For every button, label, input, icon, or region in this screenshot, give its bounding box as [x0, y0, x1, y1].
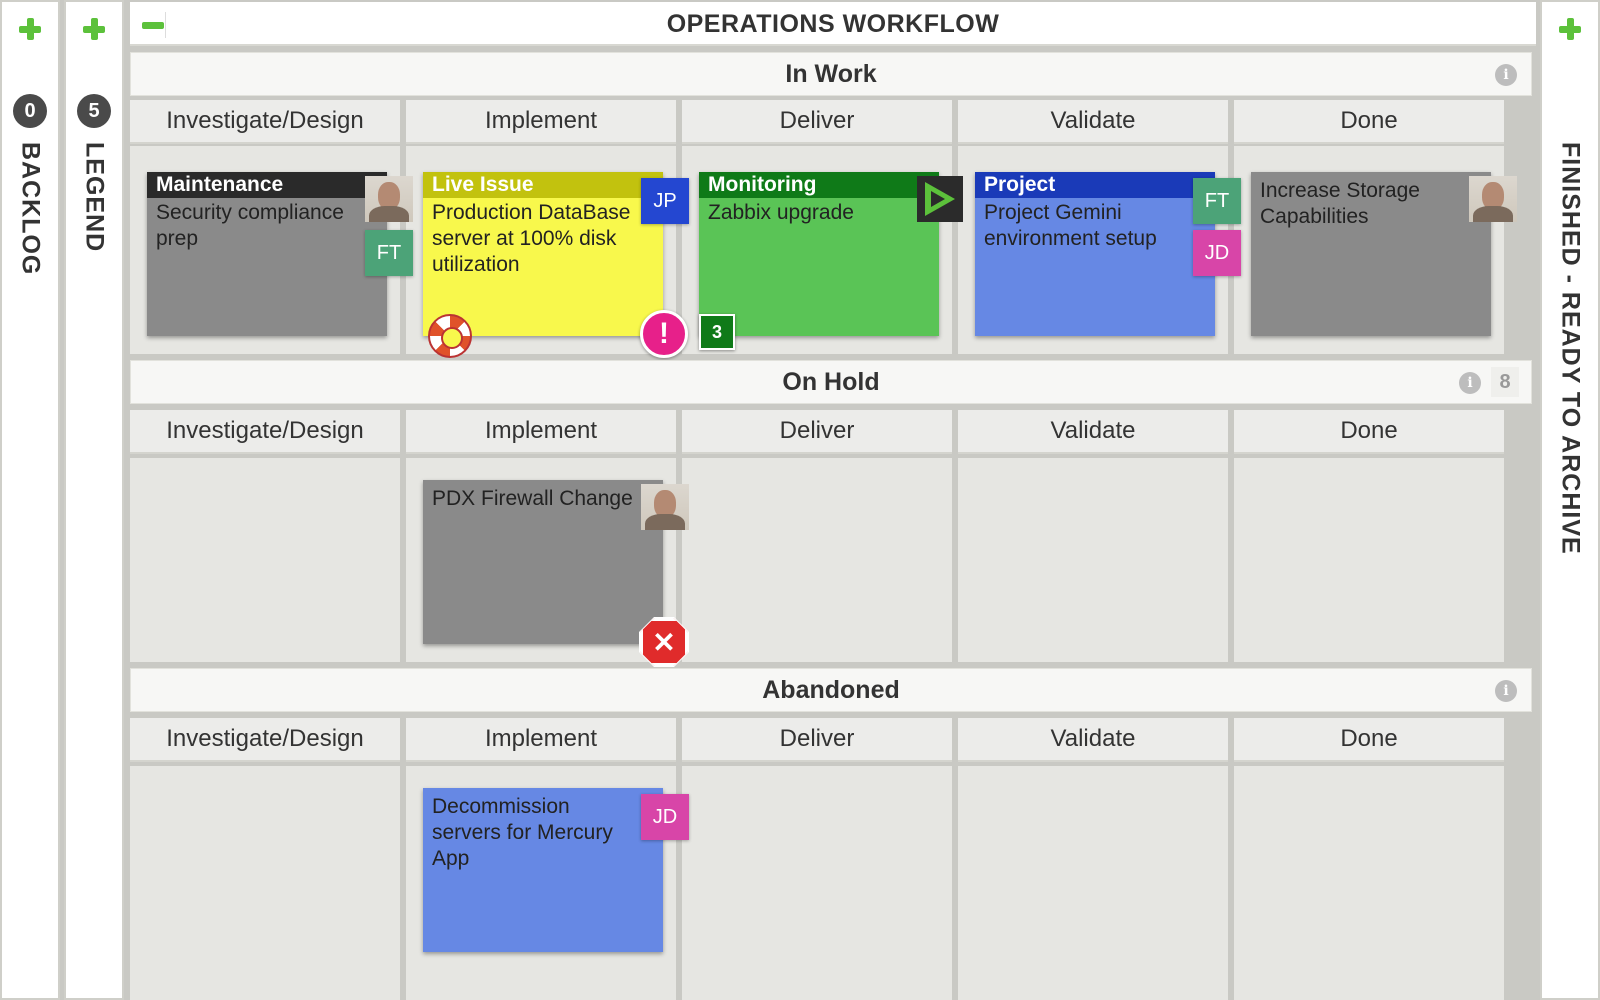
exclamation-alert-icon[interactable]: ! [640, 310, 688, 358]
legend-title[interactable]: LEGEND [80, 142, 109, 252]
card-maintenance[interactable]: Maintenance Security compliance prep [147, 172, 387, 336]
legend-rail[interactable]: 5 LEGEND [64, 0, 124, 1000]
column-header[interactable]: Validate [958, 718, 1228, 762]
finished-rail[interactable]: FINISHED - READY TO ARCHIVE [1540, 0, 1600, 1000]
card-monitoring[interactable]: Monitoring Zabbix upgrade [699, 172, 939, 336]
card-live-issue[interactable]: Live Issue Production DataBase server at… [423, 172, 663, 336]
column-header[interactable]: Deliver [682, 410, 952, 454]
operations-board: OPERATIONS WORKFLOW In Work i Investigat… [128, 0, 1536, 1000]
subtask-count-badge[interactable]: 3 [699, 314, 735, 350]
column-header[interactable]: Implement [406, 718, 676, 762]
column-header[interactable]: Done [1234, 718, 1504, 762]
column-cell [958, 766, 1228, 1000]
card-decommission[interactable]: Decommission servers for Mercury App [423, 788, 663, 952]
backlog-rail[interactable]: 0 BACKLOG [0, 0, 60, 1000]
column-cell [130, 458, 400, 662]
add-finished-card-button[interactable] [1557, 16, 1583, 42]
info-icon[interactable]: i [1495, 680, 1517, 702]
card-title: Decommission servers for Mercury App [432, 795, 613, 870]
card-title: PDX Firewall Change [432, 487, 633, 510]
finished-title[interactable]: FINISHED - READY TO ARCHIVE [1556, 142, 1585, 555]
card-increase-storage[interactable]: Increase Storage Capabilities [1251, 172, 1491, 336]
lane-title: On Hold [782, 367, 880, 396]
wip-limit-badge[interactable]: 8 [1491, 367, 1519, 397]
column-cell [130, 766, 400, 1000]
lane-header-in-work[interactable]: In Work i [130, 52, 1532, 96]
assignee-initials[interactable]: JD [641, 794, 689, 840]
column-cell [682, 766, 952, 1000]
card-type-label: Maintenance [147, 172, 387, 198]
column-cell [682, 458, 952, 662]
card-type-label: Monitoring [699, 172, 939, 198]
assignee-initials[interactable]: FT [1193, 178, 1241, 224]
card-project[interactable]: Project Project Gemini environment setup [975, 172, 1215, 336]
column-header[interactable]: Deliver [682, 100, 952, 144]
lane-title: Abandoned [762, 675, 900, 704]
legend-count-badge: 5 [77, 94, 111, 128]
lane-header-abandoned[interactable]: Abandoned i [130, 668, 1532, 712]
backlog-title[interactable]: BACKLOG [16, 142, 45, 275]
assignee-initials[interactable]: FT [365, 230, 413, 276]
card-title: Project Gemini environment setup [984, 201, 1157, 250]
avatar[interactable] [1469, 176, 1517, 222]
avatar[interactable] [365, 176, 413, 222]
card-title: Production DataBase server at 100% disk … [432, 201, 631, 276]
blocked-icon[interactable]: ✕ [640, 618, 688, 666]
column-header[interactable]: Investigate/Design [130, 718, 400, 762]
zabbix-logo-icon[interactable] [917, 176, 963, 222]
column-header[interactable]: Implement [406, 100, 676, 144]
card-title: Security compliance prep [156, 201, 344, 250]
column-header[interactable]: Investigate/Design [130, 100, 400, 144]
card-title: Increase Storage Capabilities [1260, 179, 1420, 228]
column-header[interactable]: Investigate/Design [130, 410, 400, 454]
backlog-count-badge: 0 [13, 94, 47, 128]
column-header[interactable]: Validate [958, 410, 1228, 454]
column-header[interactable]: Validate [958, 100, 1228, 144]
assignee-initials[interactable]: JP [641, 178, 689, 224]
card-type-label: Project [975, 172, 1215, 198]
column-header[interactable]: Implement [406, 410, 676, 454]
column-header[interactable]: Done [1234, 100, 1504, 144]
card-type-label: Live Issue [423, 172, 663, 198]
assignee-initials[interactable]: JD [1193, 230, 1241, 276]
info-icon[interactable]: i [1459, 372, 1481, 394]
avatar[interactable] [641, 484, 689, 530]
board-header: OPERATIONS WORKFLOW [130, 2, 1536, 46]
add-legend-item-button[interactable] [81, 16, 107, 42]
column-header[interactable]: Done [1234, 410, 1504, 454]
info-icon[interactable]: i [1495, 64, 1517, 86]
column-cell [1234, 766, 1504, 1000]
column-header[interactable]: Deliver [682, 718, 952, 762]
column-cell [958, 458, 1228, 662]
card-title: Zabbix upgrade [708, 201, 854, 224]
add-backlog-card-button[interactable] [17, 16, 43, 42]
lifebuoy-icon[interactable] [428, 314, 472, 358]
column-cell [1234, 458, 1504, 662]
board-title: OPERATIONS WORKFLOW [666, 10, 1000, 38]
lane-title: In Work [785, 59, 877, 88]
card-pdx-firewall[interactable]: PDX Firewall Change [423, 480, 663, 644]
lane-header-on-hold[interactable]: On Hold i 8 [130, 360, 1532, 404]
